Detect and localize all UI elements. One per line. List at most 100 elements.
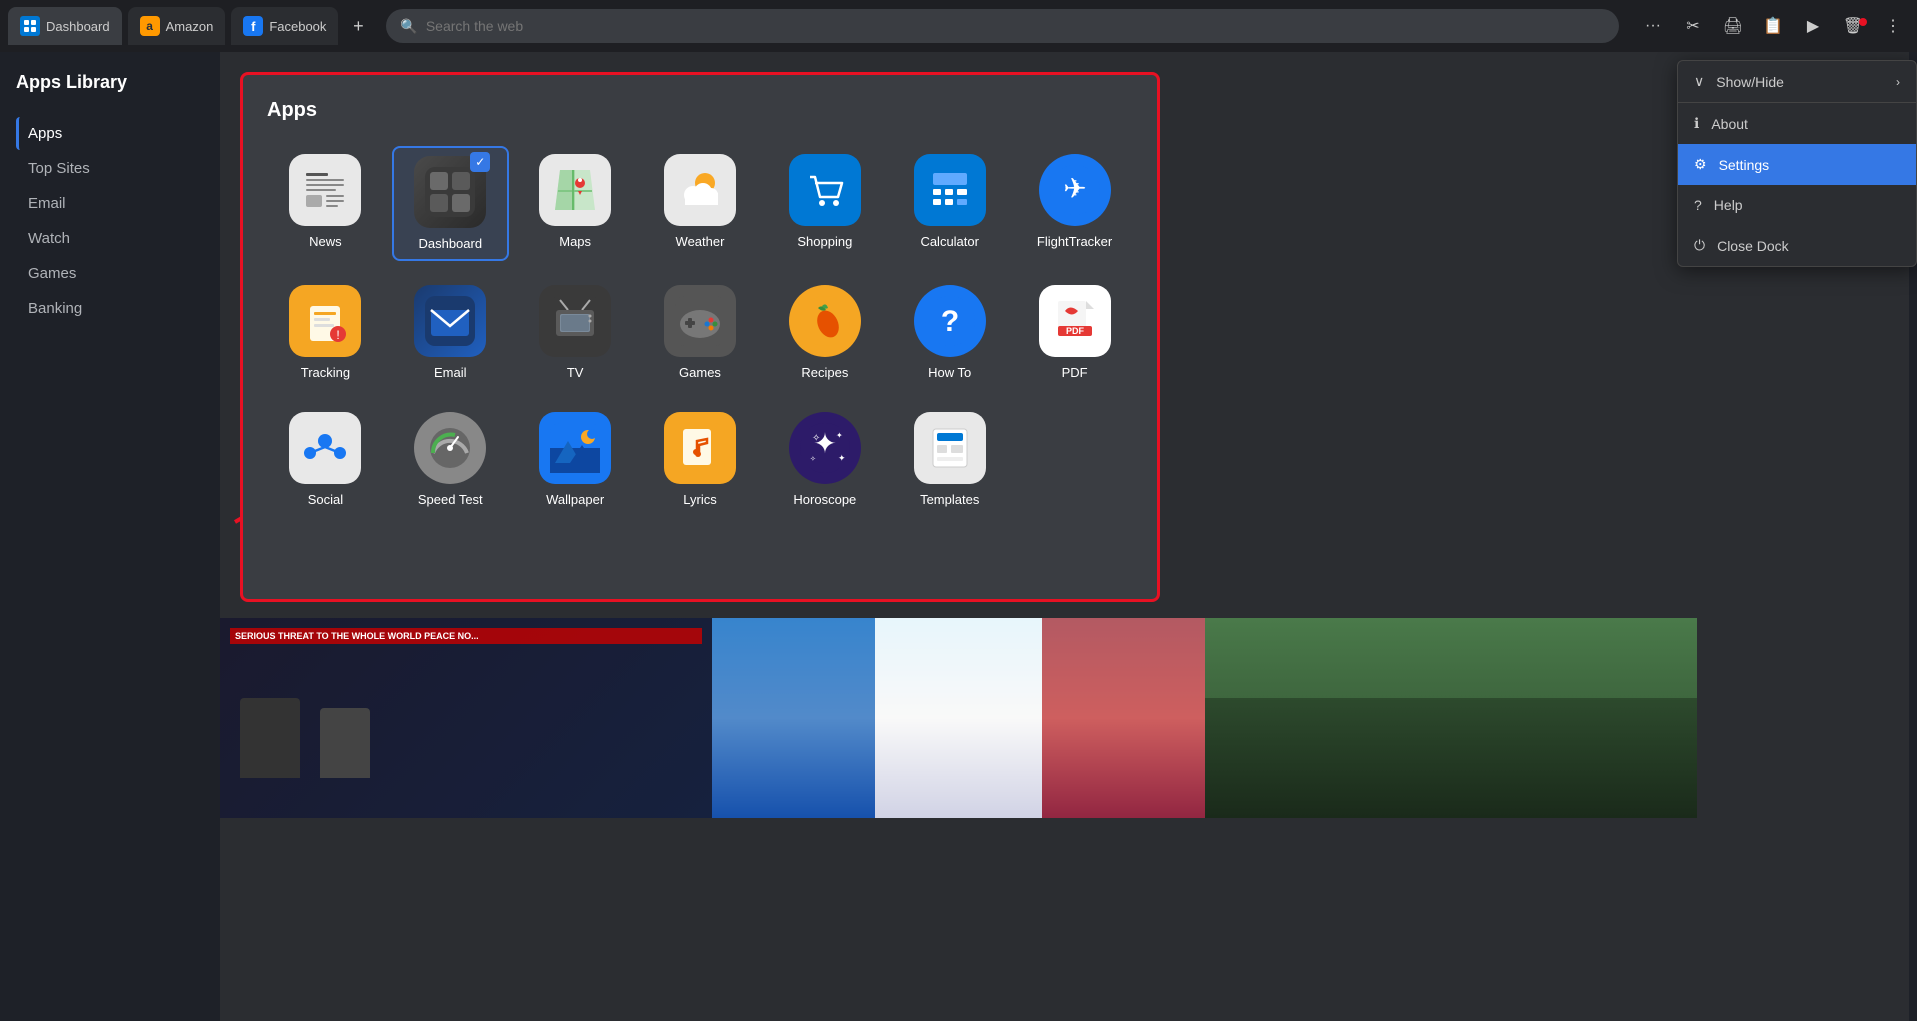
app-item-news[interactable]: News [267, 146, 384, 261]
svg-text:?: ? [941, 305, 959, 338]
pdf-icon: PDF [1039, 285, 1111, 357]
dashboard-checkmark: ✓ [470, 152, 490, 172]
chevron-right-icon: › [1896, 75, 1900, 89]
horoscope-icon: ✦ ✧ ✦ ✧ ✦ [789, 412, 861, 484]
app-item-email[interactable]: Email [392, 277, 509, 388]
app-item-shopping[interactable]: Shopping [766, 146, 883, 261]
howto-label: How To [928, 365, 971, 380]
news-label: News [309, 234, 342, 249]
app-item-tracking[interactable]: ! Tracking [267, 277, 384, 388]
svg-text:PDF: PDF [1066, 326, 1085, 336]
sidebar-item-topsites[interactable]: Top Sites [16, 152, 204, 185]
browser-actions: ··· ✂ 🖨 📋 ▶ 🗑 ⋮ [1637, 10, 1909, 42]
main-layout: Apps Library Apps Top Sites Email Watch … [0, 52, 1917, 1021]
maps-label: Maps [559, 234, 591, 249]
news-thumb-2[interactable] [712, 618, 1204, 818]
browser-bar: Dashboard a Amazon f Facebook + 🔍 ··· ✂ … [0, 0, 1917, 52]
news-thumb-3[interactable] [1205, 618, 1697, 818]
weather-label: Weather [676, 234, 725, 249]
app-item-pdf[interactable]: PDF PDF [1016, 277, 1133, 388]
tracking-label: Tracking [301, 365, 350, 380]
weather-icon [664, 154, 736, 226]
app-item-dashboard[interactable]: ✓ Dashboard [392, 146, 509, 261]
sidebar-title: Apps Library [16, 72, 204, 93]
dashboard-favicon [20, 16, 40, 36]
dashboard-label: Dashboard [418, 236, 482, 251]
address-bar: 🔍 [386, 9, 1619, 43]
sidebar-item-games[interactable]: Games [16, 257, 204, 290]
shopping-icon [789, 154, 861, 226]
svg-text:✧: ✧ [812, 433, 820, 444]
dropdown-settings[interactable]: ⚙ Settings [1678, 144, 1916, 185]
sidebar-item-email[interactable]: Email [16, 187, 204, 220]
svg-text:✦: ✦ [838, 453, 846, 463]
pdf-label: PDF [1062, 365, 1088, 380]
svg-text:!: ! [337, 328, 340, 342]
shopping-label: Shopping [797, 234, 852, 249]
apps-panel-title: Apps [267, 99, 1133, 122]
tab-amazon[interactable]: a Amazon [128, 7, 226, 45]
facebook-favicon: f [243, 16, 263, 36]
app-item-recipes[interactable]: Recipes [766, 277, 883, 388]
app-item-calculator[interactable]: Calculator [891, 146, 1008, 261]
tv-label: TV [567, 365, 584, 380]
app-item-howto[interactable]: ? How To [891, 277, 1008, 388]
news-strip: SERIOUS THREAT TO THE WHOLE WORLD PEACE … [220, 618, 1697, 818]
svg-text:✧: ✧ [810, 455, 816, 463]
lyrics-label: Lyrics [683, 492, 716, 507]
app-item-social[interactable]: Social [267, 404, 384, 515]
dashboard-icon: ✓ [414, 156, 486, 228]
app-item-wallpaper[interactable]: Wallpaper [517, 404, 634, 515]
email-icon [414, 285, 486, 357]
new-tab-button[interactable]: + [344, 12, 372, 40]
flighttracker-icon: ✈ [1039, 154, 1111, 226]
flighttracker-label: FlightTracker [1037, 234, 1112, 249]
app-item-weather[interactable]: Weather [642, 146, 759, 261]
scissors-button[interactable]: ✂ [1677, 10, 1709, 42]
dropdown-close-dock[interactable]: ⏻ Close Dock [1678, 225, 1916, 266]
recipes-label: Recipes [801, 365, 848, 380]
speedtest-label: Speed Test [418, 492, 483, 507]
games-icon [664, 285, 736, 357]
dropdown-show-hide[interactable]: ∨ Show/Hide › [1678, 61, 1916, 102]
dropdown-help[interactable]: ? Help [1678, 185, 1916, 225]
wallpaper-label: Wallpaper [546, 492, 604, 507]
search-input[interactable] [426, 18, 1605, 34]
print-button[interactable]: 🖨 [1717, 10, 1749, 42]
settings-menu-button[interactable]: ⋮ [1877, 10, 1909, 42]
sidebar-item-apps[interactable]: Apps [16, 117, 204, 150]
app-item-speedtest[interactable]: Speed Test [392, 404, 509, 515]
tab-facebook[interactable]: f Facebook [231, 7, 338, 45]
content-area: Apps [220, 52, 1697, 1021]
news-thumb-1[interactable]: SERIOUS THREAT TO THE WHOLE WORLD PEACE … [220, 618, 712, 818]
dropdown-about[interactable]: ℹ About [1678, 103, 1916, 144]
maps-icon [539, 154, 611, 226]
tab-amazon-label: Amazon [166, 19, 214, 34]
social-icon [289, 412, 361, 484]
app-item-horoscope[interactable]: ✦ ✧ ✦ ✧ ✦ Horoscope [766, 404, 883, 515]
search-icon: 🔍 [400, 18, 417, 35]
play-button[interactable]: ▶ [1797, 10, 1829, 42]
sidebar-item-banking[interactable]: Banking [16, 292, 204, 325]
howto-icon: ? [914, 285, 986, 357]
app-item-games[interactable]: Games [642, 277, 759, 388]
email-label: Email [434, 365, 467, 380]
app-item-maps[interactable]: Maps [517, 146, 634, 261]
speedtest-icon [414, 412, 486, 484]
trash-button[interactable]: 🗑 [1837, 10, 1869, 42]
tab-dashboard[interactable]: Dashboard [8, 7, 122, 45]
svg-text:✈: ✈ [1063, 173, 1086, 204]
app-item-flighttracker[interactable]: ✈ FlightTracker [1016, 146, 1133, 261]
calculator-icon [914, 154, 986, 226]
info-icon: ℹ [1694, 115, 1699, 132]
app-item-templates[interactable]: Templates [891, 404, 1008, 515]
templates-label: Templates [920, 492, 979, 507]
clipboard-button[interactable]: 📋 [1757, 10, 1789, 42]
app-item-lyrics[interactable]: Lyrics [642, 404, 759, 515]
app-item-tv[interactable]: TV [517, 277, 634, 388]
calculator-label: Calculator [920, 234, 979, 249]
amazon-favicon: a [140, 16, 160, 36]
more-button[interactable]: ··· [1637, 10, 1669, 42]
sidebar-item-watch[interactable]: Watch [16, 222, 204, 255]
chevron-down-icon: ∨ [1694, 73, 1704, 90]
